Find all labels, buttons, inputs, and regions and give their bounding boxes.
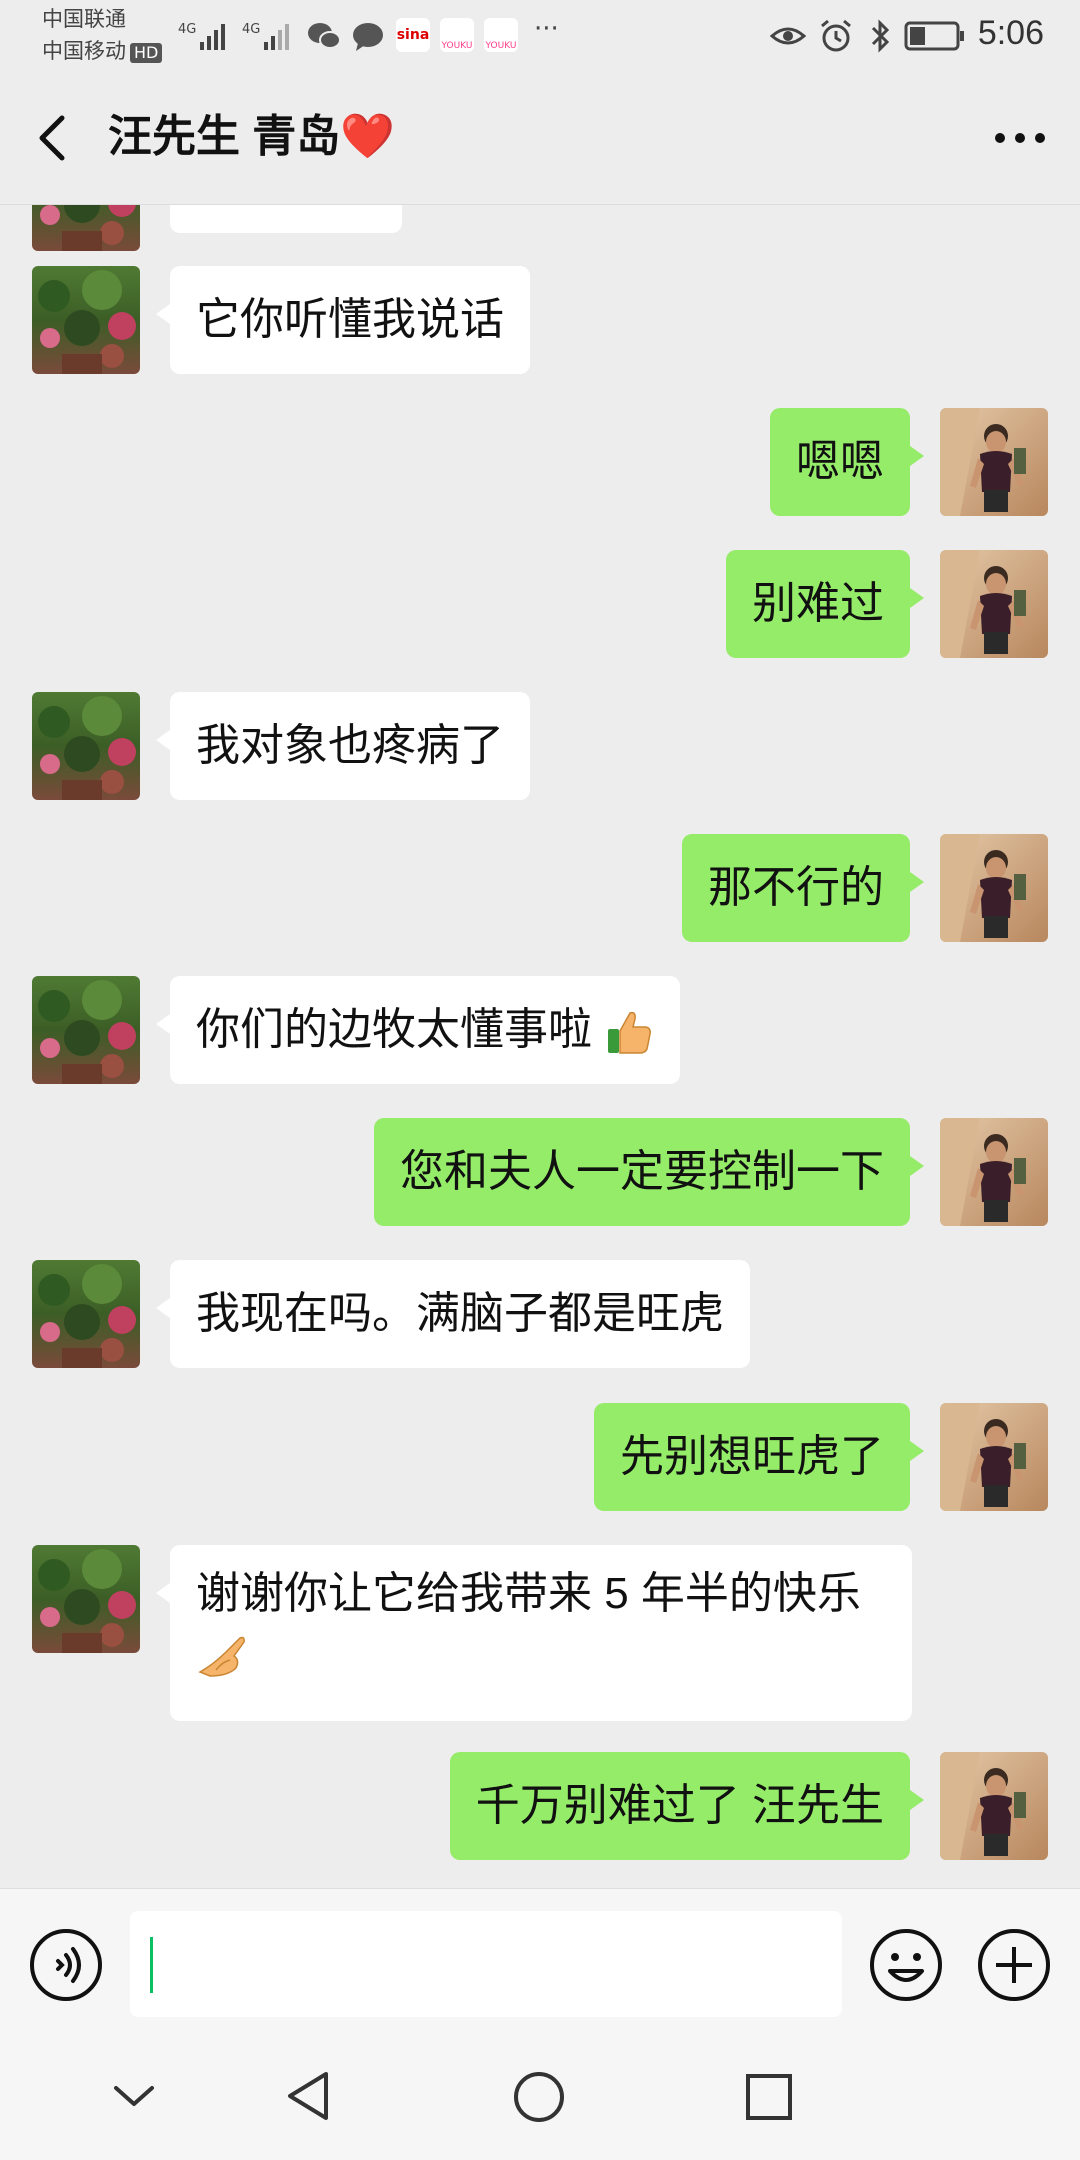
signal-icon-1: 4G [178,22,225,50]
contact-avatar[interactable] [32,1260,140,1368]
network-label-1: 4G [178,22,196,37]
input-bar [0,1888,1080,2039]
eye-icon [770,27,806,45]
message-bubble-outgoing[interactable]: 您和夫人一定要控制一下 [374,1118,924,1226]
alarm-icon [821,19,851,52]
my-avatar[interactable] [940,1752,1048,1860]
signal-icon-2: 4G [242,22,289,50]
youku-icon-1: YOUKU [440,18,474,52]
contact-avatar[interactable] [32,976,140,1084]
thumbs-up-icon [608,1012,652,1055]
message-text: 谢谢你让它给我带来 5 年半的快乐 [196,1569,861,1618]
bluetooth-icon [871,19,890,53]
network-label-2: 4G [242,22,260,37]
carrier-label-1: 中国联通 [42,7,126,31]
message-bubble-incoming[interactable]: 我对象也疼病了 [156,692,530,800]
message-text: 别难过 [752,579,884,628]
message-input[interactable] [130,1911,842,2017]
message-icon [353,23,383,51]
more-options-icon[interactable] [990,114,1050,162]
message-text: 那不行的 [708,863,884,912]
youku-icon-2: YOUKU [484,18,518,52]
my-avatar[interactable] [940,550,1048,658]
text-caret [150,1937,153,1993]
message-text: 你们的边牧太懂事啦 [196,1005,592,1054]
my-avatar[interactable] [940,1403,1048,1511]
ok-hand-icon [198,1636,245,1677]
message-text: 我对象也疼病了 [196,721,504,770]
hd-badge: HD [130,43,163,63]
my-avatar[interactable] [940,1118,1048,1226]
message-bubble-outgoing[interactable]: 那不行的 [682,834,924,942]
contact-avatar[interactable] [32,205,140,251]
wechat-icon [308,23,341,49]
contact-avatar[interactable] [32,1545,140,1653]
message-bubble-incoming[interactable]: 它你听懂我说话 [156,266,530,374]
message-text: 嗯嗯 [796,437,884,486]
my-avatar[interactable] [940,834,1048,942]
contact-avatar[interactable] [32,266,140,374]
message-text: 我现在吗。满脑子都是旺虎 [196,1289,724,1338]
message-bubble-outgoing[interactable]: 嗯嗯 [770,408,924,516]
chat-title: 汪先生 青岛❤️ [108,112,396,161]
add-attachment-icon[interactable] [976,1927,1052,2003]
message-bubble-incoming[interactable]: 你们的边牧太懂事啦 [155,976,681,1084]
message-bubble-incoming[interactable]: 谢谢你让它给我带来 5 年半的快乐 [156,1545,912,1721]
message-bubble-incoming[interactable]: 我现在吗。满脑子都是旺虎 [156,1260,750,1368]
recent-apps-icon[interactable] [744,2072,794,2122]
contact-avatar[interactable] [32,692,140,800]
voice-input-icon[interactable] [28,1927,104,2003]
battery-icon [904,21,964,51]
message-text: 您和夫人一定要控制一下 [400,1147,884,1196]
carrier-label-2-text: 中国移动 [42,39,126,63]
hide-keyboard-icon[interactable] [110,2078,158,2114]
status-bar: 中国联通 中国移动 HD 4G 4G sina YOUKU YOUKU ··· 5… [0,0,1080,70]
sina-icon: sina [396,18,430,52]
message-bubble-outgoing[interactable]: 别难过 [726,550,924,658]
back-arrow-icon[interactable] [28,110,78,166]
home-icon[interactable] [512,2070,566,2124]
my-avatar[interactable] [940,408,1048,516]
message-bubble-outgoing[interactable]: 千万别难过了 汪先生 [449,1752,925,1860]
message-text: 千万别难过了 汪先生 [475,1781,884,1830]
message-list[interactable]: 它你听懂我说话 嗯嗯 别难过 我对象也疼病了 那不行的 你们的边牧太懂事啦 您和… [0,205,1080,1888]
chat-header: 汪先生 青岛❤️ [0,70,1080,205]
message-bubble-incoming[interactable] [170,205,402,233]
message-bubble-outgoing[interactable]: 先别想旺虎了 [594,1403,924,1511]
clock-time: 5:06 [977,14,1044,52]
message-text: 先别想旺虎了 [620,1432,884,1481]
more-notifications-icon: ··· [534,14,559,44]
system-back-icon[interactable] [284,2068,334,2124]
system-navigation-bar [0,2038,1080,2160]
carrier-label-2: 中国移动 HD [42,38,163,64]
message-text: 它你听懂我说话 [196,295,504,344]
emoji-icon[interactable] [868,1927,944,2003]
